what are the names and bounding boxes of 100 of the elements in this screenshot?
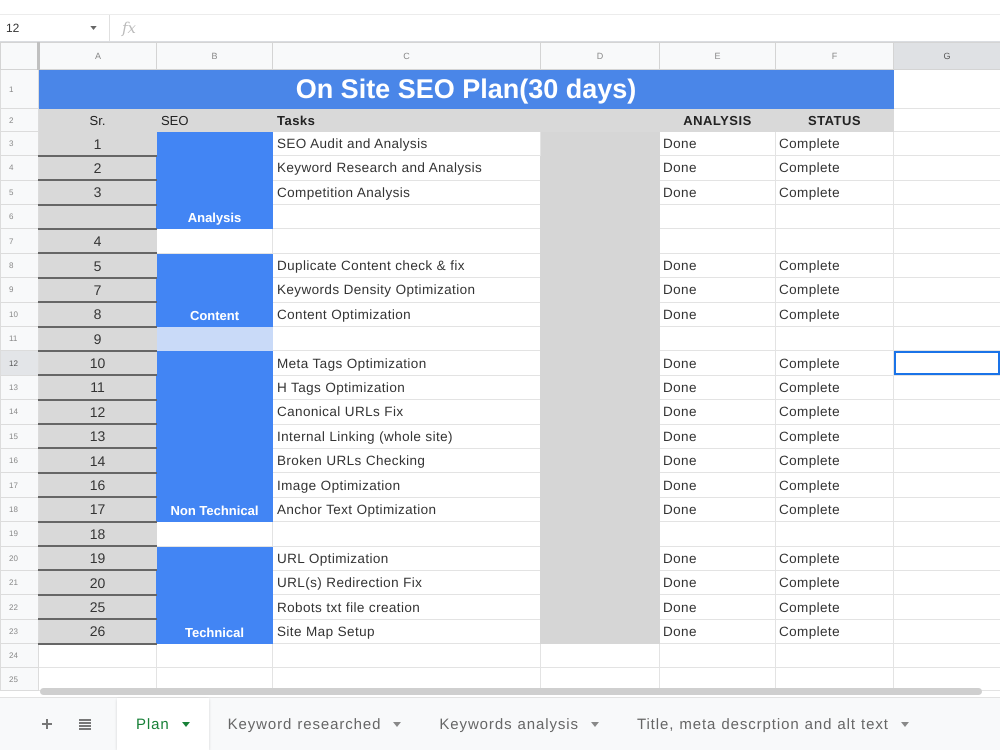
column-header[interactable]: C <box>272 42 540 70</box>
header-cell: ANALYSIS <box>660 108 776 132</box>
serial-number: 18 <box>38 522 156 546</box>
row-header[interactable]: 18 <box>0 497 38 522</box>
category-cell: Analysis <box>156 132 272 229</box>
analysis-value: Done <box>660 156 776 180</box>
status-value: Complete <box>776 400 894 424</box>
selected-cell[interactable] <box>894 350 1000 376</box>
analysis-value: Done <box>660 132 776 156</box>
sheet-tab[interactable]: Keywords analysis <box>420 698 618 750</box>
analysis-value: Done <box>660 278 776 302</box>
status-value: Complete <box>776 132 894 156</box>
analysis-value: Done <box>660 302 776 327</box>
column-header[interactable]: E <box>660 42 776 70</box>
header-cell: SEO <box>156 108 272 132</box>
column-header[interactable]: G <box>894 42 1000 70</box>
analysis-value: Done <box>660 350 776 376</box>
serial-number: 19 <box>38 546 156 570</box>
row-header[interactable]: 22 <box>0 594 38 620</box>
name-box[interactable]: 12 <box>0 15 110 41</box>
status-value: Complete <box>776 497 894 522</box>
row-header[interactable]: 17 <box>0 472 38 498</box>
category-cell: Non Technical <box>156 350 272 522</box>
row-header[interactable]: 10 <box>0 302 38 327</box>
sheet-tab[interactable]: Plan <box>117 698 209 750</box>
category-cell: Technical <box>156 546 272 644</box>
serial-number: 12 <box>38 400 156 424</box>
column-header[interactable]: B <box>156 42 272 70</box>
row-header[interactable]: 21 <box>0 570 38 595</box>
serial-number: 13 <box>38 424 156 448</box>
serial-number: 4 <box>38 228 156 254</box>
row-header[interactable]: 12 <box>0 350 38 376</box>
sheet-tab[interactable]: Title, meta descrption and alt text <box>618 698 928 750</box>
serial-number: 16 <box>38 472 156 498</box>
serial-number: 1 <box>38 132 156 156</box>
task-name: SEO Audit and Analysis <box>272 132 540 156</box>
row-header[interactable]: 8 <box>0 253 38 278</box>
row-header[interactable]: 19 <box>0 522 38 546</box>
horizontal-scrollbar[interactable] <box>40 688 982 695</box>
status-value: Complete <box>776 594 894 620</box>
serial-number: 5 <box>38 253 156 278</box>
caret-icon[interactable] <box>90 26 97 30</box>
sheet-list-icon[interactable] <box>79 718 91 730</box>
status-value: Complete <box>776 278 894 302</box>
serial-number: 11 <box>38 375 156 400</box>
sheet-tab[interactable]: Keyword researched <box>208 698 420 750</box>
status-value: Complete <box>776 156 894 180</box>
row-header[interactable]: 1 <box>0 70 38 108</box>
status-value: Complete <box>776 350 894 376</box>
header-cell: STATUS <box>776 108 894 132</box>
row-header[interactable]: 9 <box>0 278 38 302</box>
status-value: Complete <box>776 448 894 473</box>
analysis-value: Done <box>660 400 776 424</box>
function-label: fx <box>122 19 136 37</box>
caret-icon[interactable] <box>590 722 599 726</box>
caret-icon[interactable] <box>182 722 190 726</box>
add-sheet-icon[interactable] <box>42 719 52 729</box>
status-value: Complete <box>776 375 894 400</box>
status-value: Complete <box>776 546 894 570</box>
analysis-value: Done <box>660 546 776 570</box>
row-header[interactable]: 20 <box>0 546 38 570</box>
row-header[interactable]: 24 <box>0 644 38 668</box>
row-header[interactable]: 5 <box>0 180 38 205</box>
analysis-value: Done <box>660 448 776 473</box>
column-header[interactable]: A <box>38 42 156 70</box>
row-header[interactable]: 2 <box>0 108 38 132</box>
row-header[interactable]: 11 <box>0 326 38 351</box>
analysis-value: Done <box>660 180 776 205</box>
row-header[interactable]: 15 <box>0 424 38 448</box>
row-header[interactable]: 4 <box>0 156 38 180</box>
caret-icon[interactable] <box>393 722 402 726</box>
serial-number: 9 <box>38 326 156 351</box>
serial-number: 7 <box>38 278 156 302</box>
column-header[interactable]: D <box>540 42 660 70</box>
caret-icon[interactable] <box>900 722 909 726</box>
row-header[interactable]: 16 <box>0 448 38 473</box>
status-value: Complete <box>776 570 894 595</box>
header-cell: Tasks <box>272 108 540 132</box>
row-header[interactable]: 3 <box>0 132 38 156</box>
serial-number: 17 <box>38 497 156 522</box>
serial-number: 8 <box>38 302 156 327</box>
row-header[interactable]: 6 <box>0 204 38 229</box>
serial-number: 2 <box>38 156 156 180</box>
row-header[interactable]: 7 <box>0 228 38 254</box>
analysis-value: Done <box>660 594 776 620</box>
category-cell: Content <box>156 253 272 327</box>
row-header[interactable]: 13 <box>0 375 38 400</box>
serial-number: 20 <box>38 570 156 595</box>
serial-number: 10 <box>38 350 156 376</box>
analysis-value: Done <box>660 424 776 448</box>
row-header[interactable]: 14 <box>0 400 38 424</box>
column-header[interactable]: F <box>776 42 894 70</box>
row-header[interactable]: 25 <box>0 667 38 691</box>
analysis-value: Done <box>660 497 776 522</box>
serial-number: 25 <box>38 594 156 620</box>
row-header[interactable]: 23 <box>0 619 38 644</box>
analysis-value: Done <box>660 570 776 595</box>
serial-number: 3 <box>38 180 156 205</box>
analysis-value: Done <box>660 253 776 278</box>
status-value: Complete <box>776 253 894 278</box>
